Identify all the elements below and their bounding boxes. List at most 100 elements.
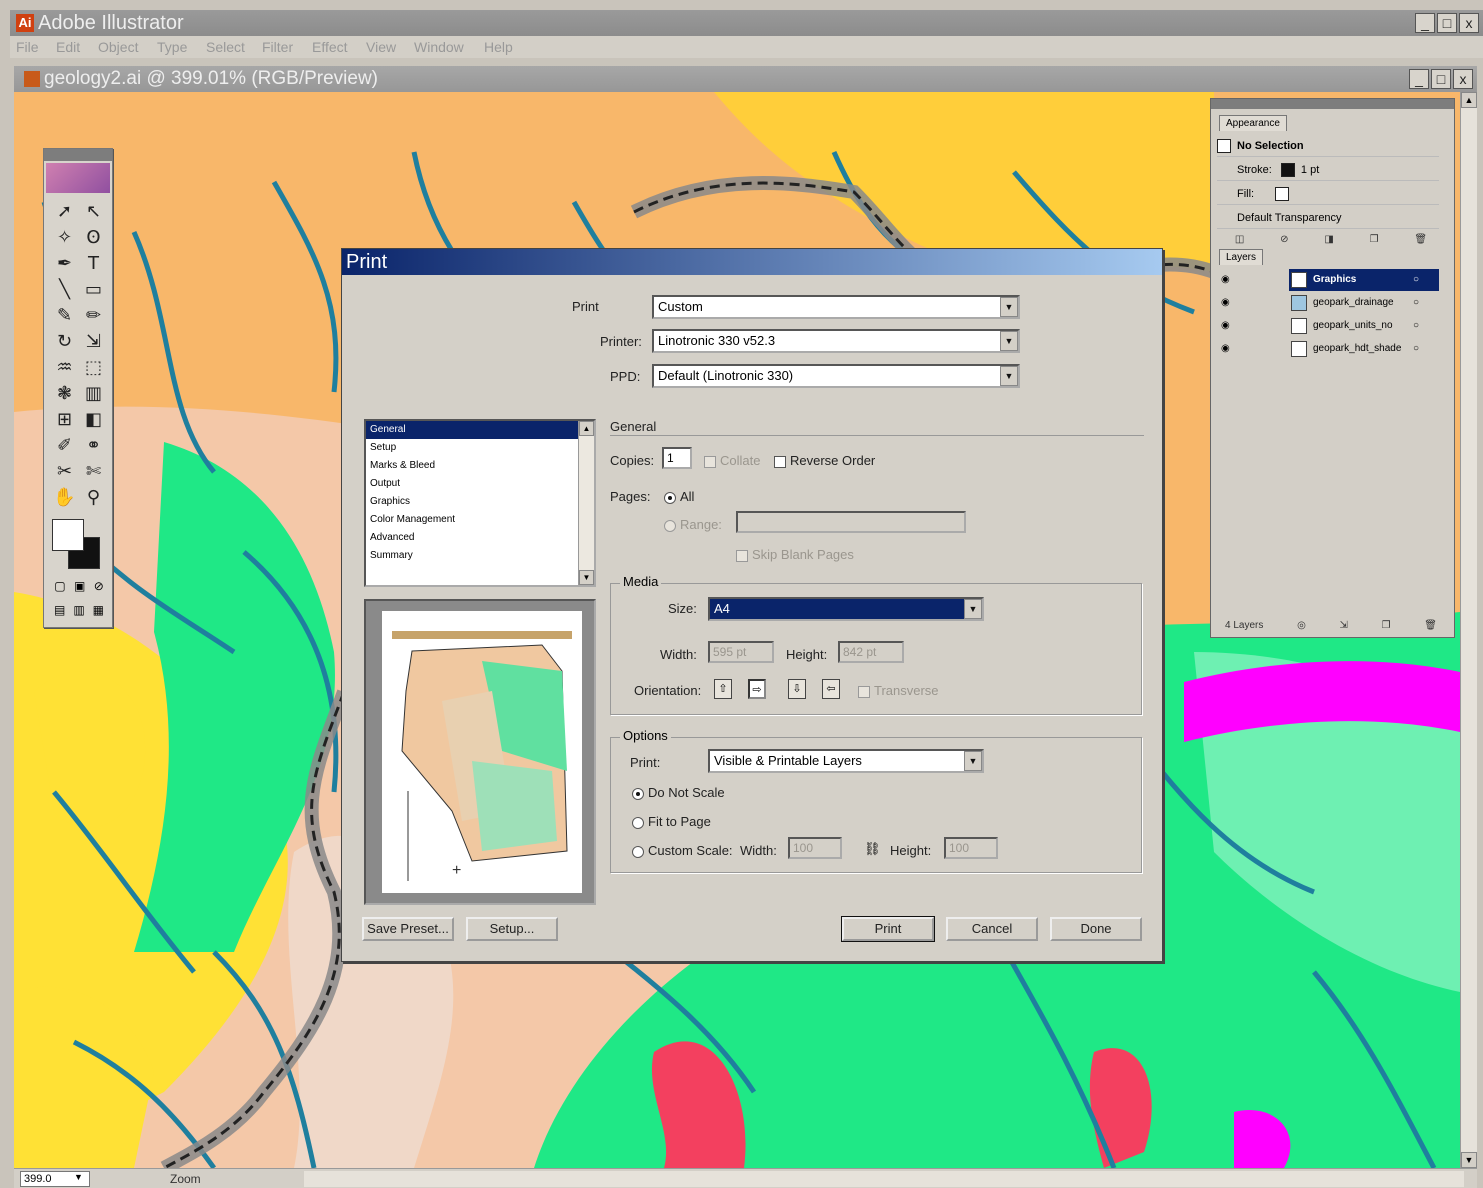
magic-wand-tool-icon[interactable]: ✧ bbox=[50, 225, 79, 251]
fill-swatch[interactable] bbox=[52, 519, 84, 551]
scroll-up-icon[interactable]: ▲ bbox=[579, 421, 594, 436]
scroll-down-icon[interactable]: ▼ bbox=[579, 570, 594, 585]
layer-target-icon[interactable]: ○ bbox=[1413, 338, 1419, 360]
section-item-summary[interactable]: Summary bbox=[366, 547, 594, 565]
delete-item-icon[interactable]: 🗑 bbox=[1414, 234, 1427, 245]
layer-target-icon[interactable]: ○ bbox=[1413, 292, 1419, 314]
scroll-up-icon[interactable]: ▲ bbox=[1461, 92, 1477, 108]
portrait-flipped-orientation-icon[interactable]: ⇩ bbox=[788, 679, 806, 699]
transverse-check-icon[interactable] bbox=[858, 685, 870, 698]
menu-view[interactable]: View bbox=[366, 36, 396, 58]
section-item-marks-bleed[interactable]: Marks & Bleed bbox=[366, 457, 594, 475]
menu-edit[interactable]: Edit bbox=[56, 36, 80, 58]
duplicate-item-icon[interactable]: ❐ bbox=[1370, 234, 1379, 245]
delete-layer-icon[interactable]: 🗑 bbox=[1424, 620, 1437, 631]
zoom-dropdown-icon[interactable]: ▼ bbox=[74, 1172, 83, 1182]
copies-input[interactable]: 1 bbox=[662, 447, 692, 469]
print-preset-select[interactable]: Custom ▼ bbox=[652, 295, 1020, 319]
new-sublayer-icon[interactable]: ⇲ bbox=[1340, 620, 1348, 631]
section-item-general[interactable]: General bbox=[366, 421, 594, 439]
menu-select[interactable]: Select bbox=[206, 36, 245, 58]
section-item-graphics[interactable]: Graphics bbox=[366, 493, 594, 511]
gradient-tool-icon[interactable]: ◧ bbox=[79, 407, 108, 433]
illustrator-flower-icon[interactable] bbox=[46, 163, 110, 193]
scale-width-input[interactable]: 100 bbox=[788, 837, 842, 859]
printer-select[interactable]: Linotronic 330 v52.3 ▼ bbox=[652, 329, 1020, 353]
status-field[interactable]: Zoom bbox=[110, 1171, 290, 1187]
menu-object[interactable]: Object bbox=[98, 36, 138, 58]
gradient-mode-icon[interactable]: ▣ bbox=[74, 579, 85, 599]
layer-row[interactable]: ◉ geopark_hdt_shade ○ bbox=[1217, 338, 1439, 360]
menu-help[interactable]: Help bbox=[484, 36, 513, 58]
scissors-tool-icon[interactable]: ✄ bbox=[79, 459, 108, 485]
doc-close-button[interactable]: x bbox=[1453, 69, 1473, 89]
scale-tool-icon[interactable]: ⇲ bbox=[79, 329, 108, 355]
free-transform-tool-icon[interactable]: ⬚ bbox=[79, 355, 108, 381]
rotate-tool-icon[interactable]: ↻ bbox=[50, 329, 79, 355]
cancel-button[interactable]: Cancel bbox=[946, 917, 1038, 941]
graph-tool-icon[interactable]: ▥ bbox=[79, 381, 108, 407]
chevron-down-icon[interactable]: ▼ bbox=[1000, 366, 1018, 386]
collate-checkbox[interactable]: Collate bbox=[704, 453, 760, 468]
blend-tool-icon[interactable]: ⚭ bbox=[79, 433, 108, 459]
page-range-input[interactable] bbox=[736, 511, 966, 533]
collate-check-icon[interactable] bbox=[704, 455, 716, 468]
pages-all-radio[interactable]: All bbox=[664, 489, 694, 504]
section-item-output[interactable]: Output bbox=[366, 475, 594, 493]
scale-height-input[interactable]: 100 bbox=[944, 837, 998, 859]
minimize-button[interactable]: _ bbox=[1415, 13, 1435, 33]
make-clipping-mask-icon[interactable]: ◎ bbox=[1297, 620, 1306, 631]
doc-minimize-button[interactable]: _ bbox=[1409, 69, 1429, 89]
chevron-down-icon[interactable]: ▼ bbox=[964, 751, 982, 771]
none-mode-icon[interactable]: ⊘ bbox=[94, 579, 104, 599]
appearance-stroke-row[interactable]: Stroke: 1 pt bbox=[1217, 159, 1439, 181]
portrait-orientation-icon[interactable]: ⇧ bbox=[714, 679, 732, 699]
do-not-scale-radio[interactable]: Do Not Scale bbox=[632, 785, 725, 800]
horizontal-scrollbar[interactable] bbox=[304, 1171, 1464, 1187]
save-preset-button[interactable]: Save Preset... bbox=[362, 917, 454, 941]
section-item-advanced[interactable]: Advanced bbox=[366, 529, 594, 547]
fill-stroke-swatches[interactable] bbox=[52, 519, 104, 571]
warp-tool-icon[interactable]: ♒ bbox=[50, 355, 79, 381]
mesh-tool-icon[interactable]: ⊞ bbox=[50, 407, 79, 433]
radio-selected-icon[interactable] bbox=[664, 491, 676, 504]
visibility-eye-icon[interactable]: ◉ bbox=[1221, 269, 1230, 291]
full-screen-menu-mode-icon[interactable]: ▥ bbox=[73, 603, 84, 623]
stroke-color-swatch[interactable] bbox=[1280, 163, 1295, 178]
chevron-down-icon[interactable]: ▼ bbox=[964, 599, 982, 619]
print-button[interactable]: Print bbox=[841, 916, 935, 942]
appearance-transparency-row[interactable]: Default Transparency bbox=[1217, 207, 1439, 229]
clear-appearance-icon[interactable]: ⊘ bbox=[1280, 234, 1288, 245]
ppd-select[interactable]: Default (Linotronic 330) ▼ bbox=[652, 364, 1020, 388]
radio-icon[interactable] bbox=[632, 845, 644, 858]
transverse-checkbox[interactable]: Transverse bbox=[858, 683, 939, 698]
scroll-down-icon[interactable]: ▼ bbox=[1461, 1152, 1477, 1168]
reverse-order-check-icon[interactable] bbox=[774, 455, 786, 468]
chevron-down-icon[interactable]: ▼ bbox=[1000, 297, 1018, 317]
landscape-orientation-icon[interactable]: ⇨ bbox=[748, 679, 766, 699]
new-art-basic-icon[interactable]: ◫ bbox=[1235, 234, 1244, 245]
radio-icon[interactable] bbox=[632, 816, 644, 829]
skip-blank-checkbox[interactable]: Skip Blank Pages bbox=[736, 547, 854, 562]
media-width-input[interactable]: 595 pt bbox=[708, 641, 774, 663]
layer-row[interactable]: ◉ geopark_drainage ○ bbox=[1217, 292, 1439, 314]
lasso-tool-icon[interactable]: ʘ bbox=[79, 225, 108, 251]
menu-filter[interactable]: Filter bbox=[262, 36, 293, 58]
color-mode-icon[interactable]: ▢ bbox=[54, 579, 65, 599]
tab-layers[interactable]: Layers bbox=[1219, 249, 1264, 265]
rectangle-tool-icon[interactable]: ▭ bbox=[79, 277, 108, 303]
pages-range-radio[interactable]: Range: bbox=[664, 517, 722, 532]
appearance-fill-row[interactable]: Fill: bbox=[1217, 183, 1439, 205]
layer-target-icon[interactable]: ○ bbox=[1413, 269, 1419, 291]
chevron-down-icon[interactable]: ▼ bbox=[1000, 331, 1018, 351]
fit-to-page-radio[interactable]: Fit to Page bbox=[632, 814, 711, 829]
reduce-basic-icon[interactable]: ◨ bbox=[1324, 234, 1333, 245]
layer-target-icon[interactable]: ○ bbox=[1413, 315, 1419, 337]
new-layer-icon[interactable]: ❐ bbox=[1382, 620, 1391, 631]
paintbrush-tool-icon[interactable]: ✎ bbox=[50, 303, 79, 329]
setup-button[interactable]: Setup... bbox=[466, 917, 558, 941]
slice-tool-icon[interactable]: ✂ bbox=[50, 459, 79, 485]
constrain-proportions-icon[interactable]: ⛓ bbox=[864, 841, 881, 857]
hand-tool-icon[interactable]: ✋ bbox=[50, 485, 79, 511]
layer-row[interactable]: ◉ geopark_units_no ○ bbox=[1217, 315, 1439, 337]
